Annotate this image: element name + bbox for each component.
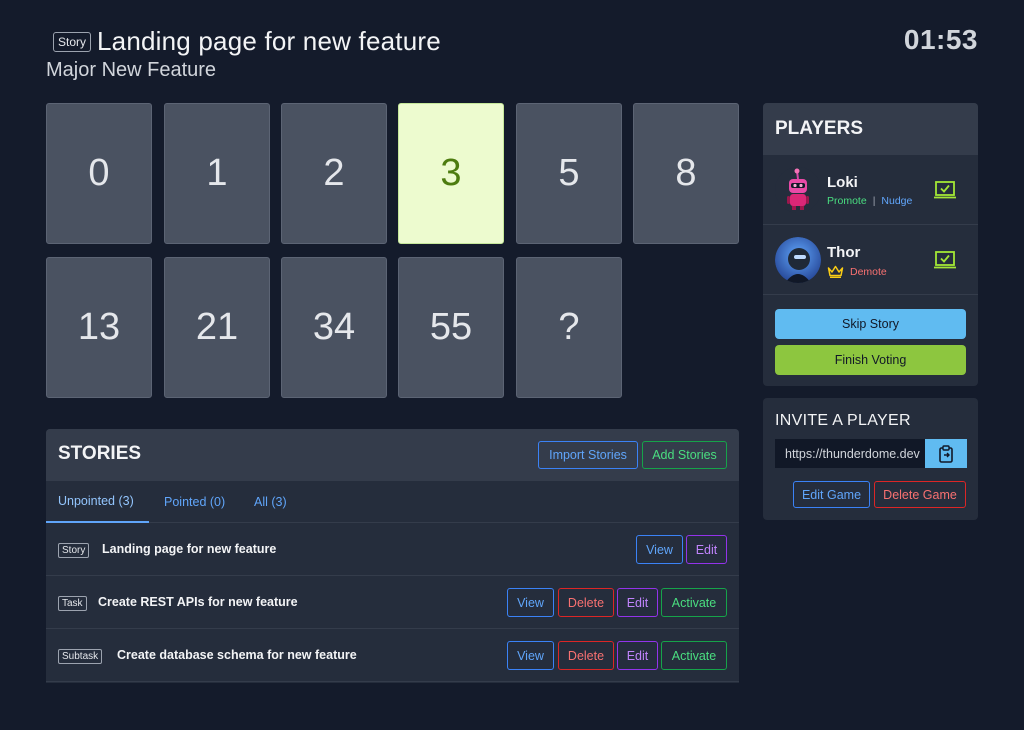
copy-link-button[interactable] [925, 439, 967, 468]
add-stories-button[interactable]: Add Stories [642, 441, 727, 469]
delete-story-button[interactable]: Delete [558, 588, 614, 617]
edit-story-button[interactable]: Edit [686, 535, 727, 564]
avatar [775, 167, 821, 213]
tab-pointed[interactable]: Pointed (0) [164, 481, 225, 523]
invite-link-input[interactable] [775, 439, 925, 468]
invite-title: INVITE A PLAYER [775, 412, 911, 429]
voted-check-icon [934, 181, 956, 199]
crown-icon [827, 265, 844, 278]
delete-story-button[interactable]: Delete [558, 641, 614, 670]
stories-title: STORIES [58, 443, 142, 464]
point-card[interactable]: 13 [46, 257, 152, 398]
story-row: Task Create REST APIs for new feature Vi… [46, 576, 739, 629]
point-card[interactable]: 5 [516, 103, 622, 244]
active-story-title: Landing page for new feature [97, 26, 441, 56]
point-card[interactable]: 34 [281, 257, 387, 398]
stories-panel: STORIES Import Stories Add Stories Unpoi… [46, 429, 739, 683]
battle-page: Story Landing page for new feature Major… [0, 0, 1024, 730]
action-separator: | [872, 195, 876, 207]
voting-timer: 01:53 [903, 24, 978, 55]
player-row: Thor Demote [763, 225, 978, 295]
story-row: Story Landing page for new feature View … [46, 523, 739, 576]
activate-story-button[interactable]: Activate [661, 641, 727, 670]
avatar [775, 237, 821, 283]
player-row: Loki Promote | Nudge [763, 155, 978, 225]
edit-story-button[interactable]: Edit [617, 641, 658, 670]
stories-tabs: Unpointed (3) Pointed (0) All (3) [46, 481, 739, 523]
view-story-button[interactable]: View [507, 641, 554, 670]
edit-story-button[interactable]: Edit [617, 588, 658, 617]
active-story-header: Story Landing page for new feature [53, 26, 441, 57]
finish-voting-button[interactable]: Finish Voting [775, 345, 966, 375]
point-card[interactable]: 2 [281, 103, 387, 244]
tab-all[interactable]: All (3) [254, 481, 287, 523]
story-type-badge: Story [53, 31, 92, 52]
view-story-button[interactable]: View [636, 535, 683, 564]
point-card[interactable]: 55 [398, 257, 504, 398]
story-type-badge: Story [58, 543, 90, 558]
tab-unpointed[interactable]: Unpointed (3) [46, 481, 149, 523]
player-actions: Promote | Nudge [827, 195, 912, 207]
story-type-badge: Subtask [58, 649, 103, 664]
activate-story-button[interactable]: Activate [661, 588, 727, 617]
story-name: Create database schema for new feature [117, 648, 357, 662]
delete-game-button[interactable]: Delete Game [874, 481, 966, 508]
clipboard-icon [939, 444, 953, 463]
players-title: PLAYERS [763, 103, 978, 155]
player-name: Thor [827, 244, 861, 261]
point-card[interactable]: 1 [164, 103, 270, 244]
players-panel: PLAYERS Loki Promote | Nudge Thor Demote… [763, 103, 978, 386]
player-actions: Demote [827, 265, 887, 278]
point-card[interactable]: ? [516, 257, 622, 398]
story-name: Landing page for new feature [102, 542, 277, 556]
player-name: Loki [827, 174, 858, 191]
point-card-selected[interactable]: 3 [398, 103, 504, 244]
import-stories-button[interactable]: Import Stories [538, 441, 638, 469]
stories-header: STORIES Import Stories Add Stories [46, 429, 739, 481]
point-card[interactable]: 21 [164, 257, 270, 398]
point-card[interactable]: 8 [633, 103, 739, 244]
promote-link[interactable]: Promote [827, 195, 867, 207]
nudge-link[interactable]: Nudge [881, 195, 912, 207]
edit-game-button[interactable]: Edit Game [793, 481, 870, 508]
invite-panel: INVITE A PLAYER Edit Game Delete Game [763, 398, 978, 520]
point-card[interactable]: 0 [46, 103, 152, 244]
story-name: Create REST APIs for new feature [98, 595, 298, 609]
story-type-badge: Task [58, 596, 87, 611]
voted-check-icon [934, 251, 956, 269]
skip-story-button[interactable]: Skip Story [775, 309, 966, 339]
demote-link[interactable]: Demote [850, 266, 887, 278]
story-row: Subtask Create database schema for new f… [46, 629, 739, 682]
view-story-button[interactable]: View [507, 588, 554, 617]
game-name: Major New Feature [46, 59, 217, 81]
